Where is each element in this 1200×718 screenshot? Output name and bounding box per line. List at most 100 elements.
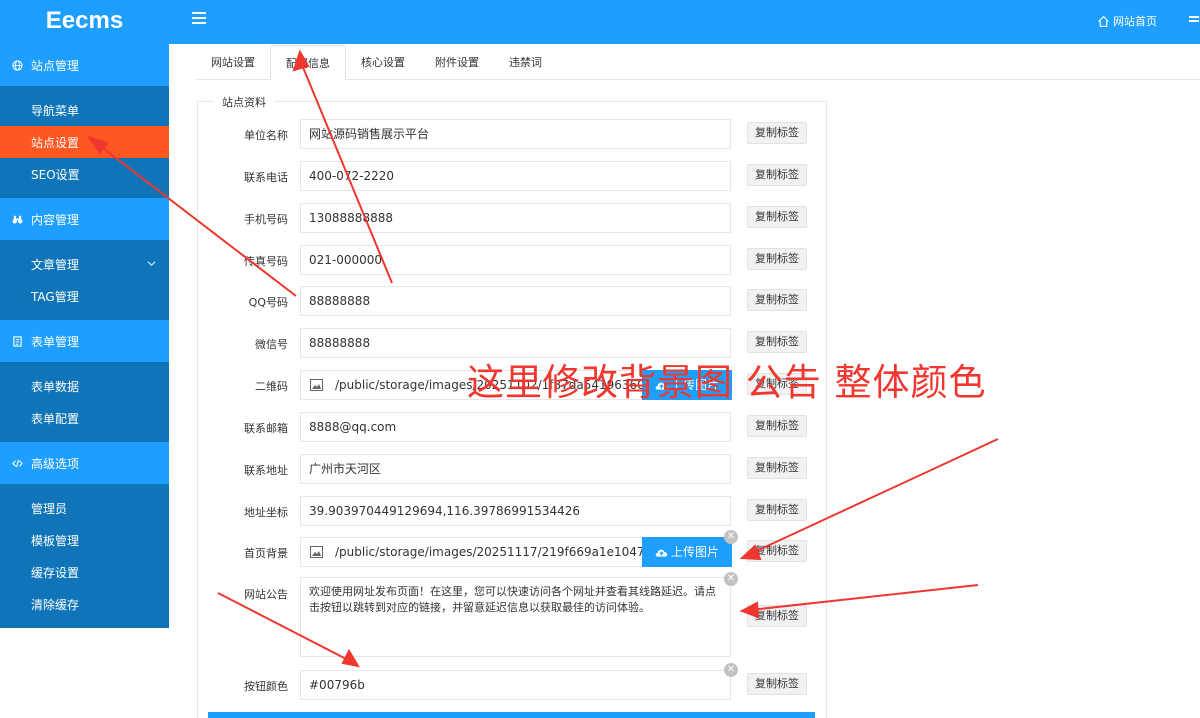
- copy-tag-button[interactable]: 复制标签: [747, 248, 807, 270]
- copy-tag-button[interactable]: 复制标签: [747, 540, 807, 562]
- annotation-text: 这里修改背景图 公告 整体颜色: [467, 361, 987, 404]
- form-row-coords: 地址坐标 39.903970449129694,116.397869915344…: [200, 496, 830, 526]
- code-icon: [12, 459, 23, 467]
- sidebar-item-label: 表单数据: [31, 379, 80, 394]
- form-row-fax: 传真号码 021-000000 复制标签: [200, 245, 830, 275]
- sidebar-spacer: [0, 86, 169, 94]
- copy-tag-button[interactable]: 复制标签: [747, 457, 807, 479]
- image-icon: [310, 546, 323, 558]
- sidebar-item-form-data[interactable]: 表单数据: [0, 370, 169, 402]
- field-label: 单位名称: [244, 129, 288, 142]
- field-label: QQ号码: [248, 296, 288, 309]
- form-row-qq: QQ号码 88888888 复制标签: [200, 286, 830, 316]
- form-row-company: 单位名称 网站源码销售展示平台 复制标签: [200, 119, 830, 149]
- sidebar-item-label: 清除缓存: [31, 597, 80, 612]
- sidebar-item-nav-menu[interactable]: 导航菜单: [0, 94, 169, 126]
- field-label: 网站公告: [244, 588, 288, 601]
- copy-tag-button[interactable]: 复制标签: [747, 673, 807, 695]
- phone-input[interactable]: 400-072-2220: [300, 161, 731, 191]
- sidebar-item-clear-cache[interactable]: 清除缓存: [0, 588, 169, 620]
- sidebar-group-site[interactable]: 站点管理: [0, 44, 169, 86]
- field-label: 传真号码: [244, 255, 288, 268]
- field-label: 首页背景: [244, 547, 288, 560]
- notice-textarea[interactable]: 欢迎使用网址发布页面！在这里，您可以快速访问各个网址并查看其线路延迟。请点击按钮…: [300, 577, 731, 657]
- copy-tag-button[interactable]: 复制标签: [747, 415, 807, 437]
- sidebar-item-label: 模板管理: [31, 533, 80, 548]
- copy-tag-button[interactable]: 复制标签: [747, 289, 807, 311]
- menu-toggle-icon[interactable]: [192, 12, 206, 26]
- tab-banned-words[interactable]: 违禁词: [494, 45, 557, 80]
- copy-tag-button[interactable]: 复制标签: [747, 122, 807, 144]
- copy-tag-button[interactable]: 复制标签: [747, 206, 807, 228]
- upload-label: 上传图片: [670, 545, 719, 559]
- copy-tag-button[interactable]: 复制标签: [747, 164, 807, 186]
- sidebar-group-advanced[interactable]: 高级选项: [0, 442, 169, 484]
- sidebar-spacer: [0, 190, 169, 198]
- form-row-address: 联系地址 广州市天河区 复制标签: [200, 454, 830, 484]
- clear-icon[interactable]: ✕: [724, 530, 738, 544]
- sidebar-spacer: [0, 312, 169, 320]
- copy-tag-button[interactable]: 复制标签: [747, 331, 807, 353]
- sidebar-item-cache-settings[interactable]: 缓存设置: [0, 556, 169, 588]
- sidebar-item-tags[interactable]: TAG管理: [0, 280, 169, 312]
- binoculars-icon: [12, 215, 23, 224]
- sidebar-group-label: 表单管理: [31, 334, 80, 349]
- submit-bar[interactable]: [208, 712, 815, 718]
- logo: Eecms: [45, 7, 124, 34]
- sidebar-item-label: 缓存设置: [31, 565, 80, 580]
- fax-input[interactable]: 021-000000: [300, 245, 731, 275]
- globe-icon: [12, 59, 23, 71]
- sidebar-item-label: 导航菜单: [31, 103, 80, 118]
- fieldset-legend: 站点资料: [214, 94, 274, 110]
- upload-image-button[interactable]: 上传图片: [642, 537, 732, 567]
- sidebar-item-admins[interactable]: 管理员: [0, 492, 169, 524]
- sidebar-item-form-config[interactable]: 表单配置: [0, 402, 169, 434]
- sidebar-spacer: [0, 434, 169, 442]
- address-input[interactable]: 广州市天河区: [300, 454, 731, 484]
- home-icon: [1098, 15, 1109, 27]
- sidebar-spacer: [0, 484, 169, 492]
- form-row-email: 联系邮箱 8888@qq.com 复制标签: [200, 412, 830, 442]
- tab-bar: 网站设置 配置信息 核心设置 附件设置 违禁词: [196, 45, 1200, 81]
- field-label: 联系邮箱: [244, 422, 288, 435]
- field-label: 二维码: [255, 380, 288, 393]
- sidebar-item-label: SEO设置: [31, 167, 80, 182]
- company-input[interactable]: 网站源码销售展示平台: [300, 119, 731, 149]
- copy-tag-button[interactable]: 复制标签: [747, 605, 807, 627]
- chevron-down-icon: [147, 261, 156, 267]
- image-icon: [310, 379, 323, 391]
- qq-input[interactable]: 88888888: [300, 286, 731, 316]
- home-link[interactable]: 网站首页: [1097, 13, 1157, 29]
- sidebar-item-label: 文章管理: [31, 257, 80, 272]
- form-row-mobile: 手机号码 13088888888 复制标签: [200, 203, 830, 233]
- field-label: 微信号: [255, 338, 288, 351]
- sidebar-item-templates[interactable]: 模板管理: [0, 524, 169, 556]
- sidebar-group-label: 站点管理: [31, 58, 80, 73]
- email-input[interactable]: 8888@qq.com: [300, 412, 731, 442]
- sidebar-group-forms[interactable]: 表单管理: [0, 320, 169, 362]
- tab-core-settings[interactable]: 核心设置: [346, 45, 420, 80]
- form-icon: [13, 335, 22, 347]
- copy-tag-button[interactable]: 复制标签: [747, 499, 807, 521]
- sidebar-group-label: 内容管理: [31, 212, 80, 227]
- clear-icon[interactable]: ✕: [724, 572, 738, 586]
- field-label: 联系地址: [244, 464, 288, 477]
- mobile-input[interactable]: 13088888888: [300, 203, 731, 233]
- home-bg-path: /public/storage/images/20251117/219f669a…: [335, 545, 691, 559]
- sidebar-group-label: 高级选项: [31, 456, 80, 471]
- sidebar-item-seo[interactable]: SEO设置: [0, 158, 169, 190]
- tab-attachment-settings[interactable]: 附件设置: [420, 45, 494, 80]
- sidebar-spacer: [0, 362, 169, 370]
- top-bar: Eecms 网站首页: [0, 0, 1200, 44]
- sidebar-item-label: 表单配置: [31, 411, 80, 426]
- tab-config-info[interactable]: 配置信息: [270, 45, 346, 81]
- tab-site-settings[interactable]: 网站设置: [196, 45, 270, 80]
- button-color-input[interactable]: #00796b: [300, 670, 731, 700]
- clear-icon[interactable]: ✕: [724, 663, 738, 677]
- more-icon[interactable]: [1188, 14, 1200, 26]
- sidebar-item-articles[interactable]: 文章管理: [0, 248, 169, 280]
- sidebar-item-site-settings[interactable]: 站点设置: [0, 126, 169, 158]
- sidebar-spacer: [0, 240, 169, 248]
- sidebar-group-content[interactable]: 内容管理: [0, 198, 169, 240]
- coords-input[interactable]: 39.903970449129694,116.39786991534426: [300, 496, 731, 526]
